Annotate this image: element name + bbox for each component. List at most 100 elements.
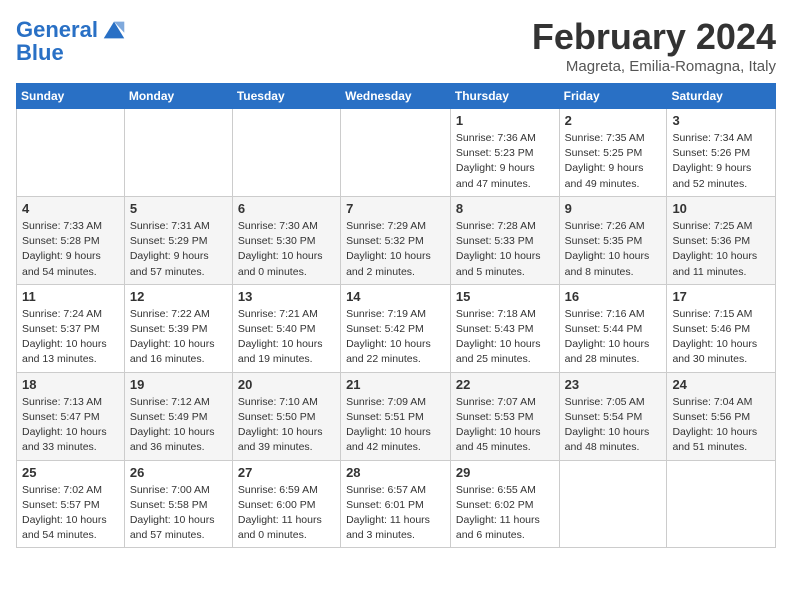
day-number: 10 bbox=[672, 201, 770, 216]
week-row-1: 1 Sunrise: 7:36 AMSunset: 5:23 PMDaylight… bbox=[17, 109, 776, 197]
day-info: Sunrise: 7:36 AMSunset: 5:23 PMDaylight:… bbox=[456, 131, 554, 192]
calendar-cell: 25 Sunrise: 7:02 AMSunset: 5:57 PMDayligh… bbox=[17, 460, 125, 548]
calendar-cell: 17Sunrise: 7:15 AMSunset: 5:46 PMDayligh… bbox=[667, 284, 776, 372]
day-info: Sunrise: 7:16 AMSunset: 5:44 PMDaylight:… bbox=[565, 307, 662, 368]
calendar-cell: 9Sunrise: 7:26 AMSunset: 5:35 PMDaylight… bbox=[559, 196, 667, 284]
day-info: Sunrise: 7:28 AMSunset: 5:33 PMDaylight:… bbox=[456, 219, 554, 280]
day-number: 19 bbox=[130, 377, 227, 392]
calendar-cell: 13 Sunrise: 7:21 AMSunset: 5:40 PMDayligh… bbox=[232, 284, 340, 372]
calendar-table: SundayMondayTuesdayWednesdayThursdayFrid… bbox=[16, 83, 776, 548]
day-info: Sunrise: 7:22 AMSunset: 5:39 PMDaylight:… bbox=[130, 307, 227, 368]
col-header-wednesday: Wednesday bbox=[341, 84, 451, 109]
calendar-cell: 8Sunrise: 7:28 AMSunset: 5:33 PMDaylight… bbox=[450, 196, 559, 284]
calendar-cell: 3 Sunrise: 7:34 AMSunset: 5:26 PMDaylight… bbox=[667, 109, 776, 197]
day-info: Sunrise: 7:31 AMSunset: 5:29 PMDaylight:… bbox=[130, 219, 227, 280]
day-number: 3 bbox=[672, 113, 770, 128]
logo-blue: Blue bbox=[16, 40, 64, 66]
day-number: 25 bbox=[22, 465, 119, 480]
day-number: 22 bbox=[456, 377, 554, 392]
day-number: 13 bbox=[238, 289, 335, 304]
calendar-cell: 2 Sunrise: 7:35 AMSunset: 5:25 PMDaylight… bbox=[559, 109, 667, 197]
day-info: Sunrise: 7:30 AMSunset: 5:30 PMDaylight:… bbox=[238, 219, 335, 280]
calendar-cell: 20 Sunrise: 7:10 AMSunset: 5:50 PMDayligh… bbox=[232, 372, 340, 460]
day-info: Sunrise: 7:04 AMSunset: 5:56 PMDaylight:… bbox=[672, 395, 770, 456]
day-number: 12 bbox=[130, 289, 227, 304]
col-header-friday: Friday bbox=[559, 84, 667, 109]
week-row-3: 11 Sunrise: 7:24 AMSunset: 5:37 PMDayligh… bbox=[17, 284, 776, 372]
calendar-cell: 22 Sunrise: 7:07 AMSunset: 5:53 PMDayligh… bbox=[450, 372, 559, 460]
day-info: Sunrise: 7:33 AMSunset: 5:28 PMDaylight:… bbox=[22, 219, 119, 280]
week-row-5: 25 Sunrise: 7:02 AMSunset: 5:57 PMDayligh… bbox=[17, 460, 776, 548]
day-number: 6 bbox=[238, 201, 335, 216]
day-number: 26 bbox=[130, 465, 227, 480]
calendar-cell: 1 Sunrise: 7:36 AMSunset: 5:23 PMDaylight… bbox=[450, 109, 559, 197]
calendar-cell: 24 Sunrise: 7:04 AMSunset: 5:56 PMDayligh… bbox=[667, 372, 776, 460]
header: General Blue February 2024 Magreta, Emil… bbox=[16, 16, 776, 75]
week-row-4: 18 Sunrise: 7:13 AMSunset: 5:47 PMDayligh… bbox=[17, 372, 776, 460]
col-header-saturday: Saturday bbox=[667, 84, 776, 109]
week-row-2: 4 Sunrise: 7:33 AMSunset: 5:28 PMDaylight… bbox=[17, 196, 776, 284]
day-number: 21 bbox=[346, 377, 445, 392]
day-number: 20 bbox=[238, 377, 335, 392]
day-number: 2 bbox=[565, 113, 662, 128]
day-info: Sunrise: 7:00 AMSunset: 5:58 PMDaylight:… bbox=[130, 483, 227, 544]
day-number: 9 bbox=[565, 201, 662, 216]
day-info: Sunrise: 7:12 AMSunset: 5:49 PMDaylight:… bbox=[130, 395, 227, 456]
day-number: 18 bbox=[22, 377, 119, 392]
day-number: 15 bbox=[456, 289, 554, 304]
day-info: Sunrise: 7:25 AMSunset: 5:36 PMDaylight:… bbox=[672, 219, 770, 280]
calendar-cell: 26 Sunrise: 7:00 AMSunset: 5:58 PMDayligh… bbox=[124, 460, 232, 548]
day-number: 5 bbox=[130, 201, 227, 216]
day-number: 16 bbox=[565, 289, 662, 304]
calendar-cell: 14 Sunrise: 7:19 AMSunset: 5:42 PMDayligh… bbox=[341, 284, 451, 372]
calendar-cell bbox=[124, 109, 232, 197]
day-number: 24 bbox=[672, 377, 770, 392]
day-info: Sunrise: 7:29 AMSunset: 5:32 PMDaylight:… bbox=[346, 219, 445, 280]
calendar-cell: 18 Sunrise: 7:13 AMSunset: 5:47 PMDayligh… bbox=[17, 372, 125, 460]
day-info: Sunrise: 7:10 AMSunset: 5:50 PMDaylight:… bbox=[238, 395, 335, 456]
col-header-sunday: Sunday bbox=[17, 84, 125, 109]
col-header-thursday: Thursday bbox=[450, 84, 559, 109]
calendar-cell: 23Sunrise: 7:05 AMSunset: 5:54 PMDayligh… bbox=[559, 372, 667, 460]
day-info: Sunrise: 7:18 AMSunset: 5:43 PMDaylight:… bbox=[456, 307, 554, 368]
day-info: Sunrise: 7:21 AMSunset: 5:40 PMDaylight:… bbox=[238, 307, 335, 368]
day-number: 1 bbox=[456, 113, 554, 128]
day-number: 14 bbox=[346, 289, 445, 304]
day-info: Sunrise: 7:35 AMSunset: 5:25 PMDaylight:… bbox=[565, 131, 662, 192]
logo-icon bbox=[100, 16, 128, 44]
month-title: February 2024 bbox=[532, 16, 776, 58]
day-info: Sunrise: 7:13 AMSunset: 5:47 PMDaylight:… bbox=[22, 395, 119, 456]
day-number: 11 bbox=[22, 289, 119, 304]
day-info: Sunrise: 7:15 AMSunset: 5:46 PMDaylight:… bbox=[672, 307, 770, 368]
calendar-cell: 28Sunrise: 6:57 AMSunset: 6:01 PMDayligh… bbox=[341, 460, 451, 548]
day-info: Sunrise: 7:24 AMSunset: 5:37 PMDaylight:… bbox=[22, 307, 119, 368]
col-header-tuesday: Tuesday bbox=[232, 84, 340, 109]
day-number: 27 bbox=[238, 465, 335, 480]
day-info: Sunrise: 7:19 AMSunset: 5:42 PMDaylight:… bbox=[346, 307, 445, 368]
calendar-cell: 7 Sunrise: 7:29 AMSunset: 5:32 PMDaylight… bbox=[341, 196, 451, 284]
day-info: Sunrise: 7:09 AMSunset: 5:51 PMDaylight:… bbox=[346, 395, 445, 456]
day-info: Sunrise: 7:07 AMSunset: 5:53 PMDaylight:… bbox=[456, 395, 554, 456]
day-number: 7 bbox=[346, 201, 445, 216]
calendar-cell: 27Sunrise: 6:59 AMSunset: 6:00 PMDayligh… bbox=[232, 460, 340, 548]
subtitle: Magreta, Emilia-Romagna, Italy bbox=[532, 58, 776, 75]
calendar-cell bbox=[559, 460, 667, 548]
calendar-cell: 21 Sunrise: 7:09 AMSunset: 5:51 PMDayligh… bbox=[341, 372, 451, 460]
day-info: Sunrise: 6:57 AMSunset: 6:01 PMDaylight:… bbox=[346, 483, 445, 544]
calendar-cell bbox=[17, 109, 125, 197]
calendar-cell: 6 Sunrise: 7:30 AMSunset: 5:30 PMDaylight… bbox=[232, 196, 340, 284]
calendar-cell: 15 Sunrise: 7:18 AMSunset: 5:43 PMDayligh… bbox=[450, 284, 559, 372]
calendar-cell bbox=[341, 109, 451, 197]
day-info: Sunrise: 7:02 AMSunset: 5:57 PMDaylight:… bbox=[22, 483, 119, 544]
day-info: Sunrise: 7:34 AMSunset: 5:26 PMDaylight:… bbox=[672, 131, 770, 192]
logo: General Blue bbox=[16, 16, 128, 66]
calendar-cell bbox=[232, 109, 340, 197]
col-header-monday: Monday bbox=[124, 84, 232, 109]
calendar-cell: 10 Sunrise: 7:25 AMSunset: 5:36 PMDayligh… bbox=[667, 196, 776, 284]
day-number: 4 bbox=[22, 201, 119, 216]
day-number: 29 bbox=[456, 465, 554, 480]
calendar-cell: 5 Sunrise: 7:31 AMSunset: 5:29 PMDaylight… bbox=[124, 196, 232, 284]
day-number: 23 bbox=[565, 377, 662, 392]
calendar-cell bbox=[667, 460, 776, 548]
calendar-cell: 4 Sunrise: 7:33 AMSunset: 5:28 PMDaylight… bbox=[17, 196, 125, 284]
